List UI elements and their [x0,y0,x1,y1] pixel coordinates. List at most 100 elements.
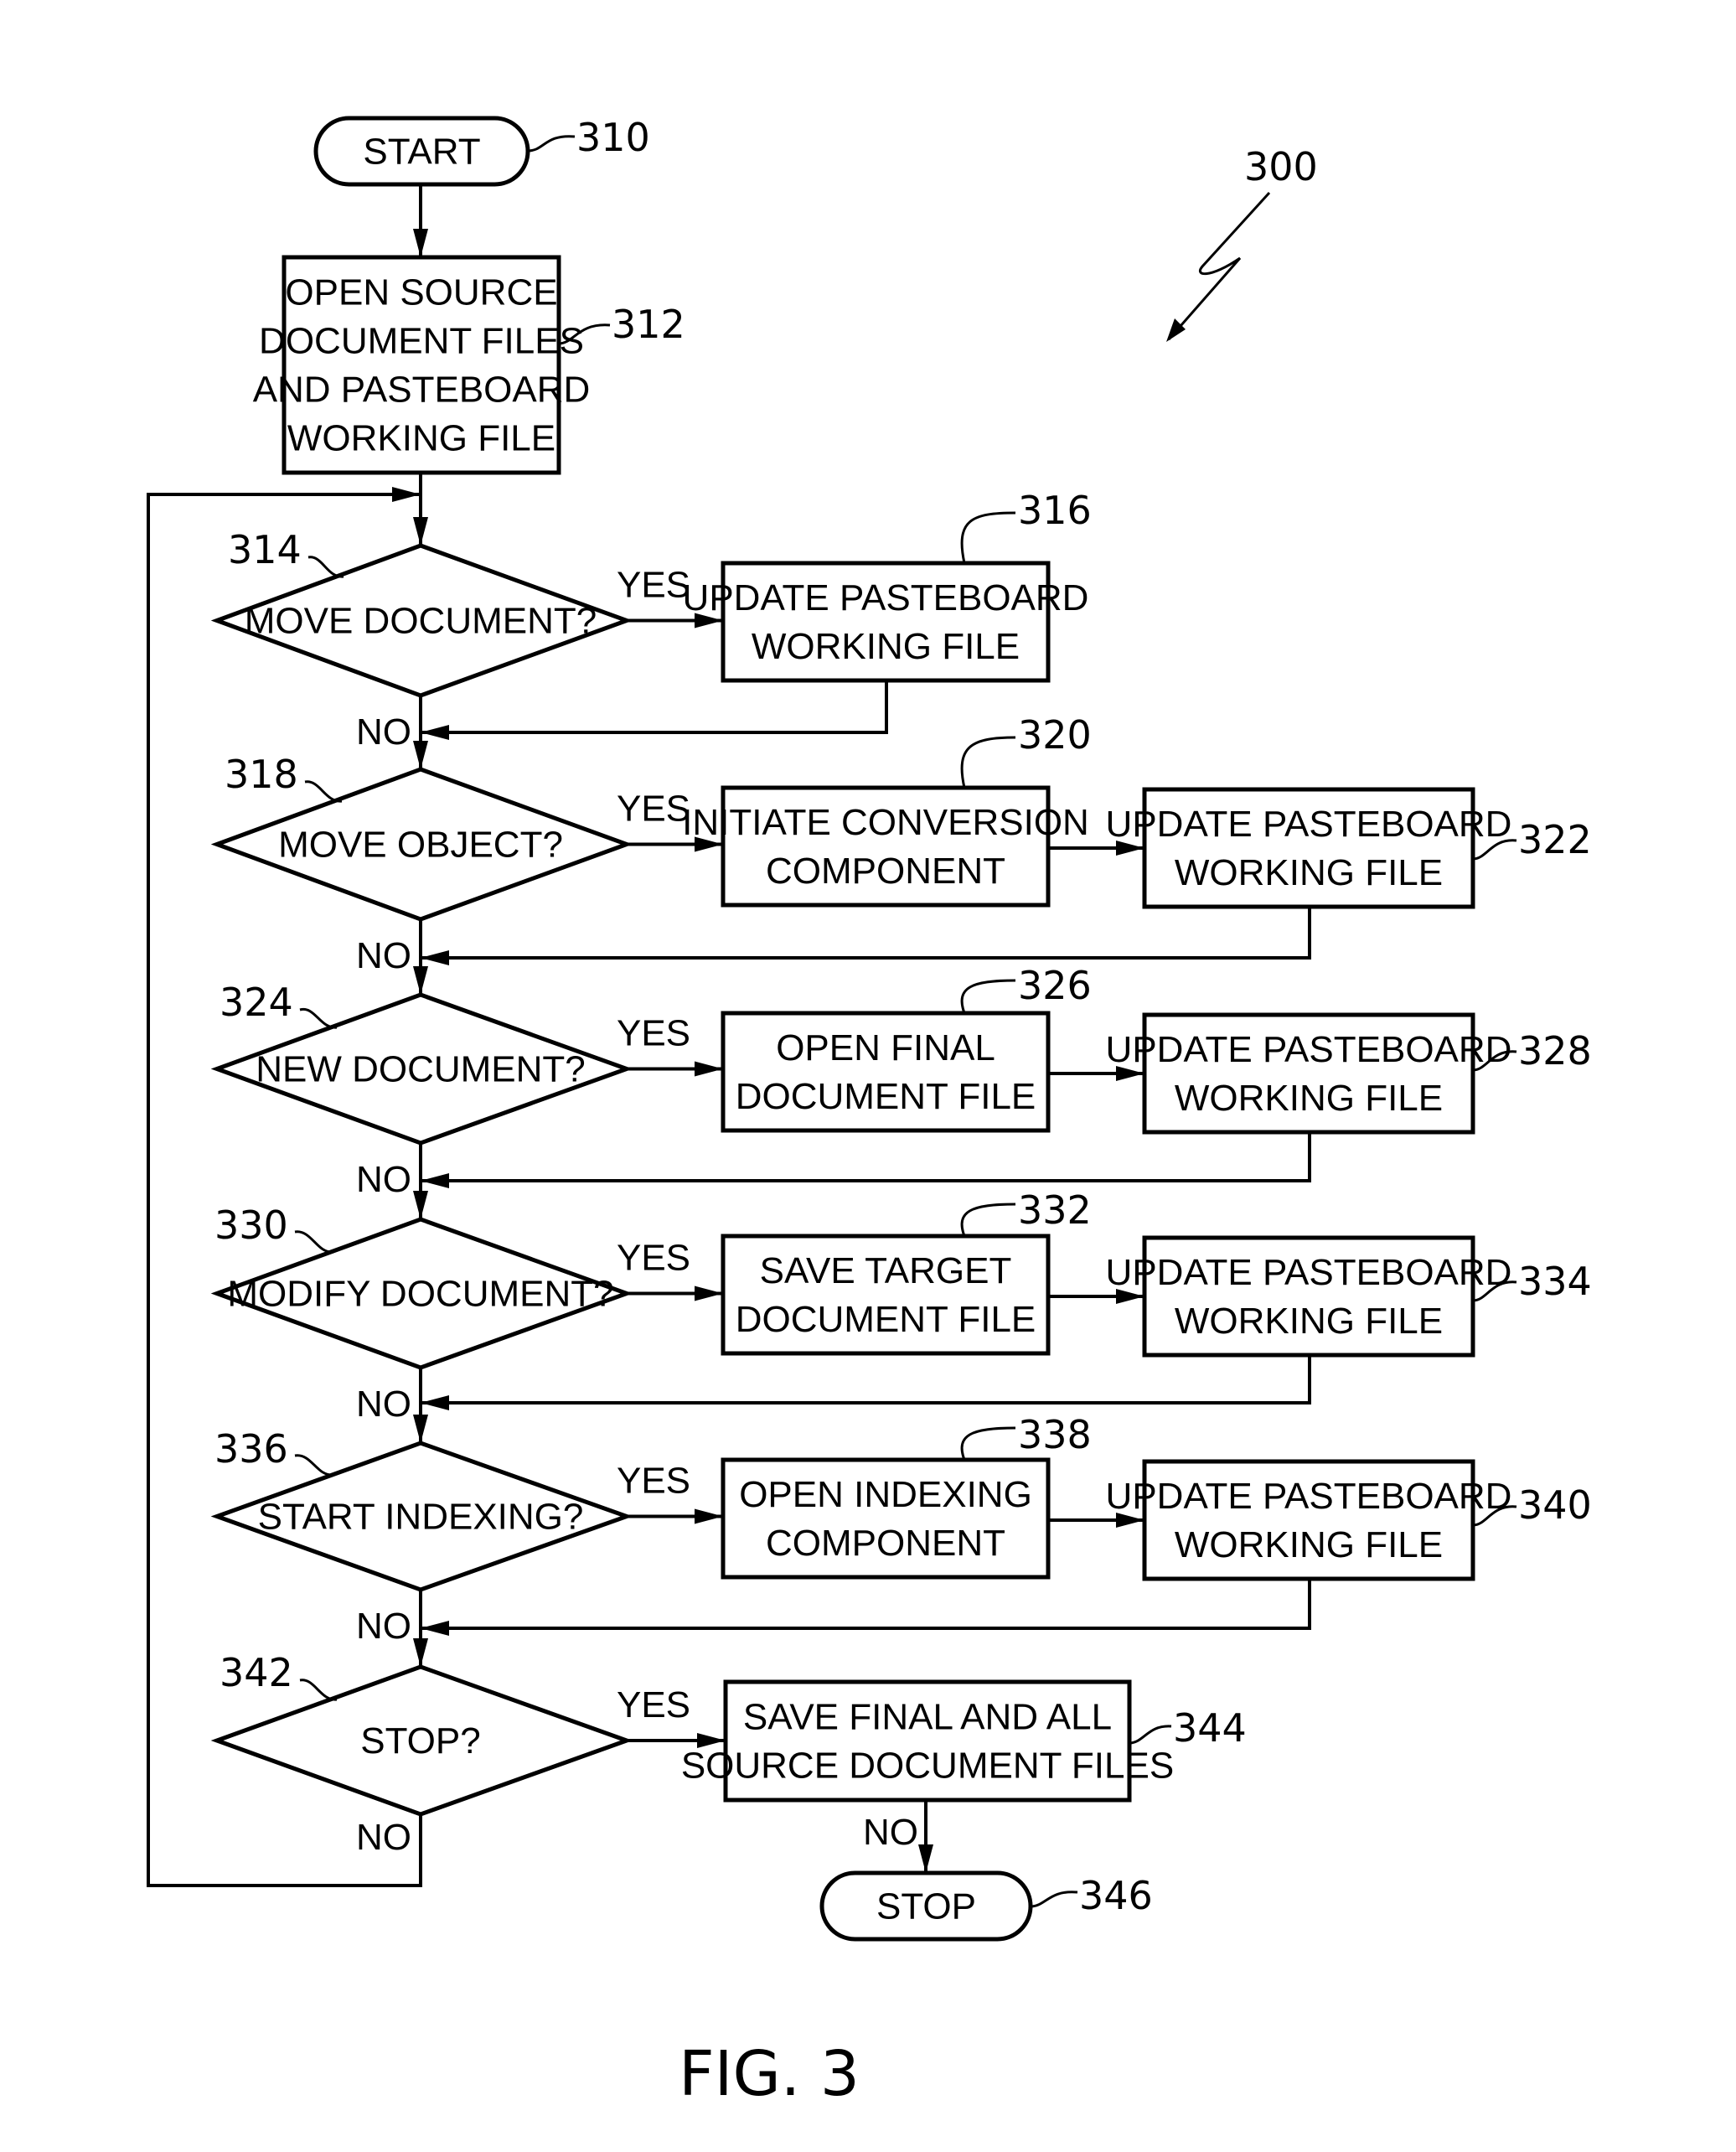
node-text-line: INITIATE CONVERSION [682,802,1089,843]
leader-line [294,1230,334,1254]
leader-line [299,1679,338,1701]
yes-label: YES [617,1461,690,1502]
node-text-line: COMPONENT [766,1523,1005,1564]
node-text-line: START INDEXING? [258,1497,584,1538]
reference-numeral: 316 [1018,488,1092,533]
node-text-line: NEW DOCUMENT? [256,1049,586,1090]
reference-numeral: 328 [1518,1028,1592,1073]
process-box-334[interactable]: UPDATE PASTEBOARD WORKING FILE [1106,1235,1512,1358]
reference-numeral: 320 [1018,712,1092,758]
arrowhead [421,1173,449,1188]
reference-numeral: 336 [214,1426,288,1472]
arrowhead [392,487,421,502]
node-text-line: WORKING FILE [752,626,1020,667]
node-text-line: WORKING FILE [1175,1301,1443,1342]
edge-return [421,1355,1311,1404]
node-text-line: UPDATE PASTEBOARD [683,577,1089,618]
reference-numeral: 342 [220,1650,293,1695]
yes-label: YES [617,1684,690,1725]
node-text-line: AND PASTEBOARD [253,370,591,411]
process-box-320[interactable]: INITIATE CONVERSION COMPONENT [682,785,1089,908]
reference-numeral: 334 [1518,1259,1592,1304]
edge-return [421,907,1311,960]
reference-numeral: 312 [612,302,685,347]
reference-numeral: 314 [228,527,302,572]
process-box-322[interactable]: UPDATE PASTEBOARD WORKING FILE [1106,787,1512,909]
no-label: NO [356,711,411,753]
leader-line [960,1426,1016,1461]
leader-line [960,979,1016,1014]
figure-caption: FIG. 3 [679,2038,860,2110]
leader-line [960,1203,1016,1237]
node-text-line: SAVE TARGET [760,1250,1012,1291]
reference-numeral: 338 [1018,1412,1092,1457]
process-box-316[interactable]: UPDATE PASTEBOARD WORKING FILE [683,561,1089,683]
node-text-line: MOVE OBJECT? [278,825,563,866]
process-box-326[interactable]: OPEN FINAL DOCUMENT FILE [721,1011,1051,1133]
reference-numeral: 310 [576,115,650,160]
arrowhead [413,1191,428,1219]
leader-line [299,1007,338,1029]
leader-line [960,736,1016,789]
node-text-line: DOCUMENT FILE [736,1076,1036,1117]
node-text-line: OPEN SOURCE [285,272,557,313]
edge-return [421,1579,1311,1630]
figure-reference-numeral: 300 [1244,144,1318,189]
node-text-line: UPDATE PASTEBOARD [1106,804,1512,845]
node-text-line: WORKING FILE [1175,852,1443,893]
node-text-line: START [363,132,480,173]
node-text-line: UPDATE PASTEBOARD [1106,1252,1512,1293]
arrowhead [413,229,428,257]
no-label: NO [356,1384,411,1425]
arrowhead [413,1638,428,1667]
process-box-340[interactable]: UPDATE PASTEBOARD WORKING FILE [1106,1459,1512,1581]
yes-label: YES [617,1238,690,1279]
reference-numeral: 330 [214,1203,288,1248]
process-box-328[interactable]: UPDATE PASTEBOARD WORKING FILE [1106,1012,1512,1135]
arrowhead [413,741,428,769]
node-text-line: STOP? [360,1720,480,1761]
arrowhead [413,1415,428,1443]
leader-line [527,135,576,153]
node-text-line: OPEN INDEXING [739,1474,1032,1515]
flowchart-diagram: YES NO YES NO YES NO YES NO YES NO YES NO NO START OP… [147,115,1592,2110]
arrowhead [918,1844,933,1873]
leader-line [294,1454,334,1477]
yes-label: YES [617,789,690,830]
reference-numeral: 340 [1518,1482,1592,1528]
arrowhead [695,1508,723,1524]
no-label: NO [356,1817,411,1858]
node-text-line: SAVE FINAL AND ALL [743,1697,1112,1738]
process-box-332[interactable]: SAVE TARGET DOCUMENT FILE [721,1234,1051,1356]
node-text-line: COMPONENT [766,851,1005,892]
reference-numeral: 318 [225,752,298,797]
node-text-line: DOCUMENT FILE [736,1299,1036,1340]
node-text-line: MOVE DOCUMENT? [245,601,597,642]
arrowhead [695,1061,723,1077]
no-label: NO [863,1812,918,1853]
node-text-line: DOCUMENT FILES [259,321,584,362]
arrowhead [413,966,428,995]
node-text-line: MODIFY DOCUMENT? [227,1274,613,1315]
nodes-layer: START OPEN SOURCE DOCUMENT FILES AND PASTEB… [210,116,1512,1942]
terminal-310[interactable]: START [313,116,530,187]
node-text-line: UPDATE PASTEBOARD [1106,1476,1512,1517]
terminal-346[interactable]: STOP [819,1870,1033,1942]
node-text-line: WORKING FILE [1175,1078,1443,1119]
node-text-line: STOP [876,1886,976,1927]
yes-label: YES [617,565,690,606]
node-text-line: SOURCE DOCUMENT FILES [681,1746,1174,1787]
process-box-312[interactable]: OPEN SOURCE DOCUMENT FILES AND PASTEBOARD W… [253,255,591,475]
process-box-344[interactable]: SAVE FINAL AND ALL SOURCE DOCUMENT FILES [681,1679,1174,1803]
edge-return [421,1132,1311,1182]
process-box-338[interactable]: OPEN INDEXING COMPONENT [721,1457,1051,1580]
leader-line [960,511,1016,564]
arrowhead [695,1286,723,1301]
reference-numeral: 322 [1518,817,1592,862]
leader-line [1030,1891,1078,1908]
node-text-line: OPEN FINAL [776,1027,995,1068]
arrowhead [421,950,449,965]
no-label: NO [356,1606,411,1647]
reference-numeral: 346 [1079,1873,1153,1918]
arrowhead [421,725,449,740]
